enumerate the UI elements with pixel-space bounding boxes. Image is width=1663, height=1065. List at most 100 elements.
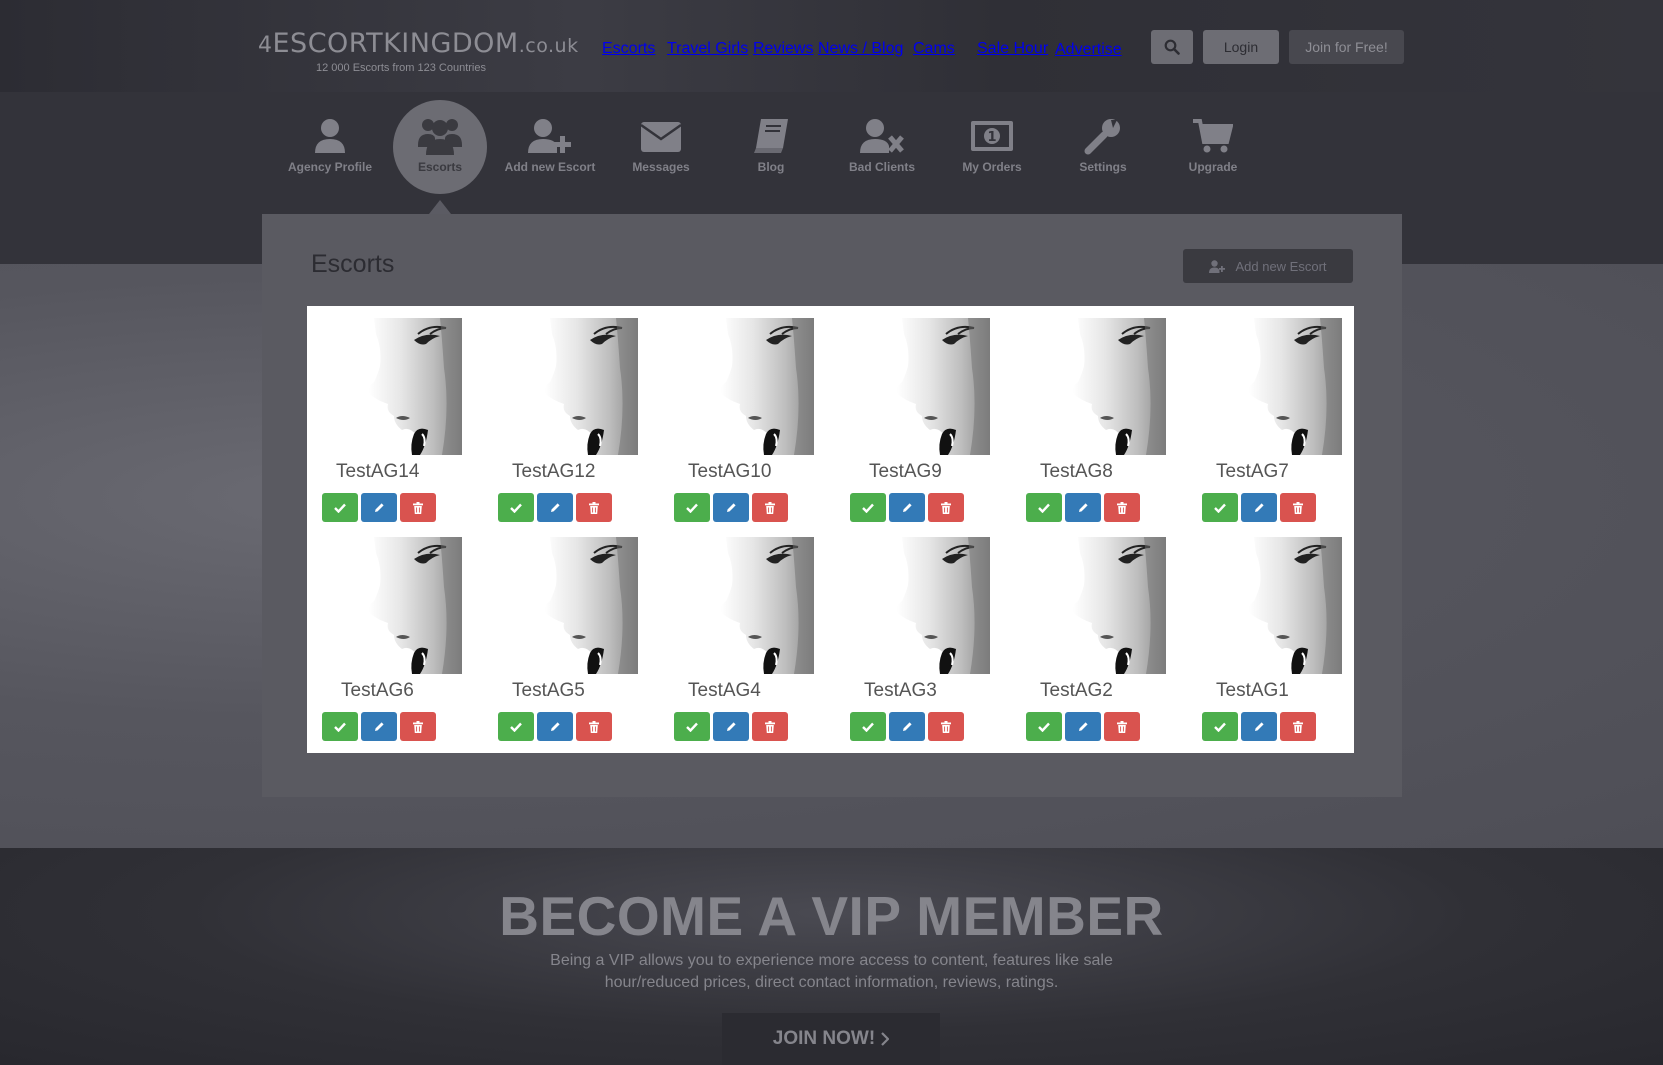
chevron-right-icon xyxy=(881,1032,890,1046)
delete-button[interactable] xyxy=(576,493,612,522)
escort-photo[interactable] xyxy=(674,318,814,455)
escort-name[interactable]: TestAG7 xyxy=(1216,461,1392,483)
approve-button[interactable] xyxy=(1026,712,1062,741)
edit-button[interactable] xyxy=(889,493,925,522)
delete-button[interactable] xyxy=(400,712,436,741)
trash-icon xyxy=(589,501,599,514)
check-icon xyxy=(862,722,874,732)
dashnav-settings[interactable]: Settings xyxy=(1051,100,1155,190)
escort-card: TestAG3 xyxy=(835,525,1011,741)
nav-sale-hour[interactable]: Sale Hour xyxy=(977,40,1048,58)
delete-button[interactable] xyxy=(1104,493,1140,522)
escort-photo[interactable] xyxy=(1202,318,1342,455)
approve-button[interactable] xyxy=(1202,712,1238,741)
escort-photo[interactable] xyxy=(322,318,462,455)
book-icon xyxy=(719,116,823,156)
approve-button[interactable] xyxy=(322,493,358,522)
dashnav-bad-clients[interactable]: Bad Clients xyxy=(830,100,934,190)
dashnav-escorts[interactable]: Escorts xyxy=(388,100,492,194)
escort-photo[interactable] xyxy=(850,318,990,455)
escort-photo[interactable] xyxy=(1026,318,1166,455)
escort-photo[interactable] xyxy=(850,537,990,674)
approve-button[interactable] xyxy=(850,712,886,741)
dashnav-upgrade[interactable]: Upgrade xyxy=(1161,100,1265,190)
edit-button[interactable] xyxy=(361,712,397,741)
escort-card: TestAG14 xyxy=(307,306,483,522)
trash-icon xyxy=(1117,720,1127,733)
edit-button[interactable] xyxy=(537,493,573,522)
escort-actions xyxy=(850,712,964,741)
delete-button[interactable] xyxy=(576,712,612,741)
delete-button[interactable] xyxy=(1280,712,1316,741)
login-button[interactable]: Login xyxy=(1203,30,1279,64)
user-times-icon xyxy=(830,116,934,156)
pencil-icon xyxy=(551,721,560,731)
join-free-button[interactable]: Join for Free! xyxy=(1289,30,1404,64)
delete-button[interactable] xyxy=(928,712,964,741)
edit-button[interactable] xyxy=(1241,493,1277,522)
trash-icon xyxy=(765,501,775,514)
join-now-button[interactable]: JOIN NOW! xyxy=(722,1013,940,1065)
escort-actions xyxy=(1026,712,1140,741)
escort-photo[interactable] xyxy=(498,318,638,455)
dashnav-my-orders[interactable]: 1 My Orders xyxy=(940,100,1044,190)
edit-button[interactable] xyxy=(1065,712,1101,741)
escort-card: TestAG7 xyxy=(1187,306,1363,522)
edit-button[interactable] xyxy=(713,493,749,522)
edit-button[interactable] xyxy=(1241,712,1277,741)
escort-photo[interactable] xyxy=(498,537,638,674)
delete-button[interactable] xyxy=(752,712,788,741)
check-icon xyxy=(1214,722,1226,732)
trash-icon xyxy=(413,501,423,514)
check-icon xyxy=(1214,503,1226,513)
edit-button[interactable] xyxy=(713,712,749,741)
dashnav-agency-profile[interactable]: Agency Profile xyxy=(278,100,382,190)
escort-photo[interactable] xyxy=(1202,537,1342,674)
escort-photo[interactable] xyxy=(322,537,462,674)
approve-button[interactable] xyxy=(674,493,710,522)
escort-card: TestAG2 xyxy=(1011,525,1187,741)
approve-button[interactable] xyxy=(1202,493,1238,522)
escort-photo[interactable] xyxy=(674,537,829,674)
approve-button[interactable] xyxy=(322,712,358,741)
escort-actions xyxy=(1026,493,1140,522)
escort-actions xyxy=(1202,712,1316,741)
cart-icon xyxy=(1161,116,1265,156)
pencil-icon xyxy=(727,721,736,731)
trash-icon xyxy=(413,720,423,733)
user-icon xyxy=(278,116,382,156)
escort-actions xyxy=(322,712,436,741)
edit-button[interactable] xyxy=(889,712,925,741)
nav-advertise[interactable]: Advertise xyxy=(1055,41,1122,59)
vip-text: Being a VIP allows you to experience mor… xyxy=(550,952,1113,991)
approve-button[interactable] xyxy=(498,712,534,741)
search-button[interactable] xyxy=(1151,30,1193,64)
nav-travel-girls[interactable]: Travel Girls xyxy=(667,40,748,58)
approve-button[interactable] xyxy=(674,712,710,741)
escort-name[interactable]: TestAG1 xyxy=(1216,680,1392,702)
nav-news-blog[interactable]: News / Blog xyxy=(818,40,903,58)
delete-button[interactable] xyxy=(1280,493,1316,522)
delete-button[interactable] xyxy=(400,493,436,522)
dashnav-messages[interactable]: Messages xyxy=(609,100,713,190)
nav-escorts[interactable]: Escorts xyxy=(602,40,655,58)
delete-button[interactable] xyxy=(928,493,964,522)
edit-button[interactable] xyxy=(361,493,397,522)
nav-reviews[interactable]: Reviews xyxy=(753,40,813,58)
approve-button[interactable] xyxy=(1026,493,1062,522)
pencil-icon xyxy=(375,721,384,731)
add-escort-button[interactable]: Add new Escort xyxy=(1183,249,1353,283)
approve-button[interactable] xyxy=(850,493,886,522)
check-icon xyxy=(1038,503,1050,513)
delete-button[interactable] xyxy=(752,493,788,522)
approve-button[interactable] xyxy=(498,493,534,522)
edit-button[interactable] xyxy=(537,712,573,741)
escort-photo[interactable] xyxy=(1026,537,1166,674)
dashnav-add-new-escort[interactable]: Add new Escort xyxy=(498,100,602,190)
site-logo[interactable]: 4ESCORTKINGDOM.co.uk 12 000 Escorts from… xyxy=(258,28,578,78)
dashnav-blog[interactable]: Blog xyxy=(719,100,823,190)
delete-button[interactable] xyxy=(1104,712,1140,741)
svg-text:1: 1 xyxy=(987,130,996,145)
nav-cams[interactable]: Cams xyxy=(913,40,955,58)
edit-button[interactable] xyxy=(1065,493,1101,522)
